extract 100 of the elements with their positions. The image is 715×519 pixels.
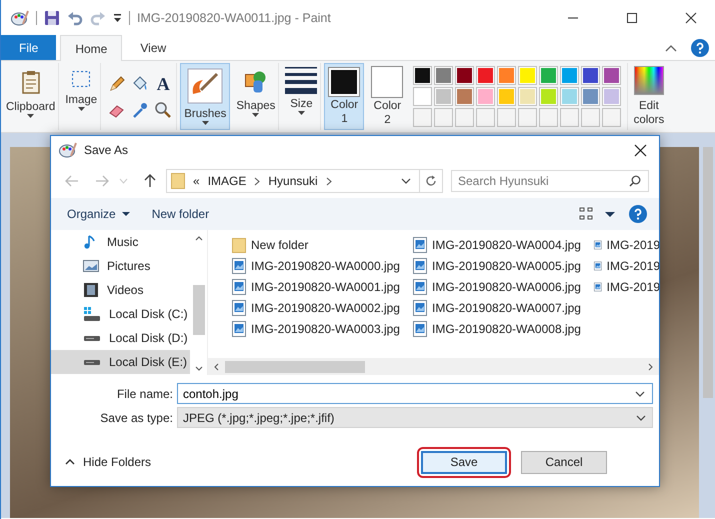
file-item[interactable]: IMG-20190820-WA0003.jpg [232,318,413,339]
breadcrumb[interactable]: Hyunsuki [268,174,318,188]
image-button[interactable]: Image [62,63,102,130]
palette-swatch[interactable] [434,66,454,85]
file-item[interactable]: IMG-20190820-WA0007.jpg [413,297,594,318]
file-item[interactable]: IMG-20190820-WA0008.jpg [413,318,594,339]
size-button[interactable]: Size [282,63,322,130]
ribbon-tab[interactable]: Home [60,35,122,61]
field-label: File name: [116,386,173,400]
sidebar-item[interactable]: Local Disk (C:) [51,302,190,326]
shapes-button[interactable]: Shapes [233,63,280,130]
scrollbar[interactable] [703,147,713,398]
file-item[interactable]: New folder [232,234,413,255]
hide-folders-button[interactable]: Hide Folders [65,455,152,469]
customize-dropdown-icon[interactable] [113,12,122,22]
help-icon[interactable] [629,205,647,223]
field-label: Save as type: [99,410,173,424]
collapse-ribbon-icon[interactable] [665,44,677,52]
save-icon[interactable] [44,10,60,26]
palette-swatch[interactable] [560,66,580,85]
file-item[interactable]: IMG-2019 [594,234,659,255]
palette-swatch[interactable] [497,87,516,106]
scrollbar[interactable] [208,358,659,375]
palette-swatch[interactable] [518,66,538,85]
search-field[interactable]: Search Hyunsuki [451,170,649,192]
sidebar-item[interactable]: Videos [51,278,190,302]
toolbar-button[interactable]: New folder [152,204,210,224]
maximize-icon[interactable] [626,12,638,24]
address-bar[interactable]: « IMAGE Hyunsuki [166,169,443,193]
palette-swatch[interactable] [455,66,474,85]
palette-swatch[interactable] [539,66,558,85]
palette-swatch[interactable] [602,87,622,106]
sidebar-item[interactable]: Music [51,230,190,254]
dialog-button[interactable]: Save [421,450,507,474]
color-select-button[interactable]: Color 2 [367,63,408,130]
edit-colors-button[interactable]: Edit colors [627,63,670,130]
color-picker-icon[interactable] [131,100,150,118]
chevron-right-icon[interactable] [254,176,260,186]
ribbon-tab[interactable]: View [126,35,180,60]
ribbon-tab[interactable]: File [1,35,56,60]
palette-swatch[interactable] [539,87,558,106]
scrollbar-thumb[interactable] [192,285,204,335]
caret-icon[interactable] [605,212,615,216]
palette-swatch[interactable] [560,87,580,106]
refresh-icon[interactable] [425,175,437,187]
dialog-title: Save As [84,143,128,157]
paint-bucket-icon[interactable] [131,74,150,92]
scroll-right-icon[interactable] [648,362,653,370]
palette-swatch[interactable] [518,87,538,106]
palette-swatch[interactable] [413,66,432,85]
toolbar-button[interactable]: Organize [67,204,130,224]
file-item[interactable]: IMG-20190820-WA0005.jpg [413,255,594,276]
search-icon[interactable] [629,175,641,187]
selection-icon [72,71,90,87]
pencil-icon[interactable] [108,74,126,92]
file-item[interactable]: IMG-20190820-WA0006.jpg [413,276,594,297]
palette-swatch[interactable] [581,66,600,85]
palette-swatch[interactable] [434,87,454,106]
caret-icon [202,121,209,125]
file-name-field[interactable]: contoh.jpg [177,383,653,404]
magnifier-icon[interactable] [154,100,172,118]
clipboard-button[interactable]: Clipboard [3,63,60,130]
color-select-button[interactable]: Color 1 [324,63,364,130]
file-item[interactable]: IMG-20190820-WA0001.jpg [232,276,413,297]
palette-swatch[interactable] [413,87,432,106]
palette-swatch[interactable] [476,66,496,85]
back-arrow-icon[interactable] [65,175,79,187]
brushes-button[interactable]: Brushes [180,63,230,130]
overflow-crumb[interactable]: « [193,174,200,188]
scrollbar-thumb[interactable] [225,360,365,372]
palette-swatch[interactable] [581,87,600,106]
breadcrumb[interactable]: IMAGE [208,174,246,188]
palette-swatch[interactable] [455,87,474,106]
file-item[interactable]: IMG-20190820-WA0000.jpg [232,255,413,276]
help-icon[interactable] [691,38,709,56]
up-arrow-icon[interactable] [144,174,156,188]
file-item[interactable]: IMG-2019 [594,255,659,276]
sidebar-item[interactable]: Pictures [51,254,190,278]
close-icon[interactable] [685,12,697,24]
text-tool-icon[interactable]: A [156,74,170,92]
palette-swatch[interactable] [497,66,516,85]
scroll-down-icon[interactable] [194,366,202,371]
palette-swatch[interactable] [602,66,622,85]
chevron-down-icon[interactable] [635,390,645,396]
file-item[interactable]: IMG-2019 [594,276,659,297]
file-item[interactable]: IMG-20190820-WA0002.jpg [232,297,413,318]
chevron-down-icon[interactable] [401,178,411,184]
file-item[interactable]: IMG-20190820-WA0004.jpg [413,234,594,255]
dialog-button[interactable]: Cancel [521,450,607,474]
chevron-right-icon[interactable] [326,176,332,186]
scroll-left-icon[interactable] [214,362,219,370]
redo-icon[interactable] [90,10,106,26]
scroll-up-icon[interactable] [194,236,202,241]
sidebar-item[interactable]: Local Disk (E:) [51,350,190,374]
close-icon[interactable] [634,144,647,156]
undo-icon[interactable] [67,10,83,26]
file-type-dropdown[interactable]: JPEG (*.jpg;*.jpeg;*.jpe;*.jfif) [177,407,653,428]
forward-arrow-icon[interactable] [95,175,109,187]
sidebar-item[interactable]: Local Disk (D:) [51,326,190,350]
palette-swatch[interactable] [476,87,496,106]
